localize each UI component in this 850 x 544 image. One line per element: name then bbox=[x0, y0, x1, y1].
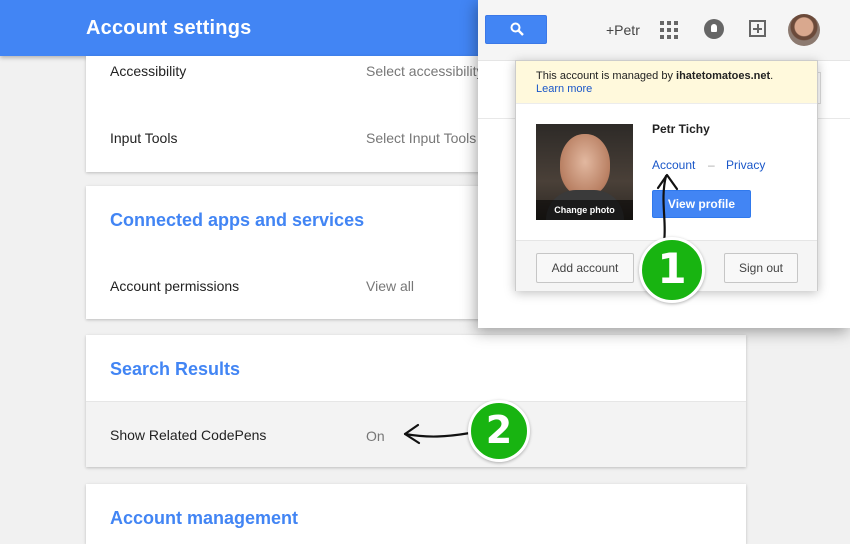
annotation-arrows bbox=[403, 173, 679, 445]
annotation-marker-2: 2 bbox=[468, 400, 530, 462]
annotation-marker-1: 1 bbox=[639, 237, 705, 303]
arrow-1-head bbox=[656, 173, 679, 191]
arrow-1-line bbox=[662, 174, 668, 244]
arrow-2-line bbox=[403, 431, 472, 438]
